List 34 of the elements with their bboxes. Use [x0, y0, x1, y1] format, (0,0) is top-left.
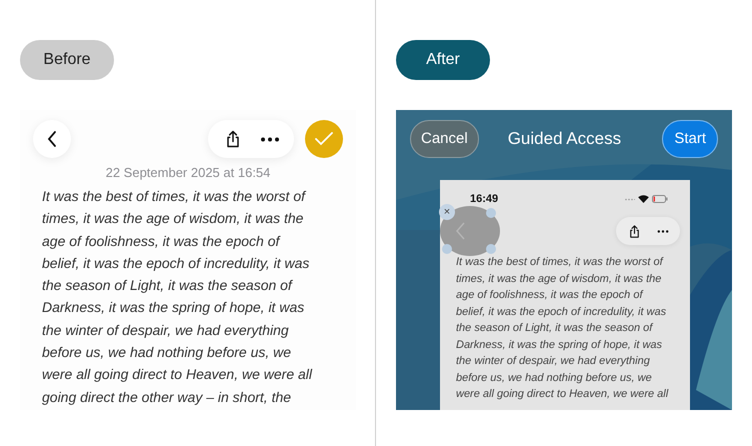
- restricted-area: [440, 205, 502, 257]
- note-text-line: age of foolishness, it was the epoch of: [456, 288, 643, 303]
- note-text-line: the season of Light, it was the season of: [456, 321, 652, 336]
- back-icon: [47, 130, 57, 148]
- battery-icon: [652, 195, 668, 203]
- note-text-line: Darkness, it was the spring of hope, it was: [42, 298, 304, 318]
- note-date: 22 September 2025 at 16:54: [106, 165, 270, 181]
- more-icon[interactable]: [656, 230, 669, 232]
- after-label: After: [396, 40, 490, 80]
- note-text-line: going direct the other way – in short, the: [42, 388, 292, 407]
- note-text-line: It was the best of times, it was the worst of: [42, 187, 305, 206]
- note-text-line: It was the best of times, it was the worst of: [456, 255, 663, 270]
- note-text-line: were all going direct to Heaven, we were all: [42, 365, 312, 384]
- note-text-line: before us, we had nothing before us, we: [42, 343, 292, 362]
- back-button[interactable]: [33, 120, 71, 158]
- note-text-line: belief, it was the epoch of incredulity, it was: [456, 304, 666, 320]
- guided-access-title: Guided Access: [508, 128, 622, 150]
- remove-area-button[interactable]: ×: [439, 204, 455, 220]
- note-text-line: before us, we had nothing before us, we: [456, 370, 652, 386]
- note-text-line: Darkness, it was the spring of hope, it was: [456, 338, 662, 352]
- more-icon[interactable]: [260, 136, 280, 142]
- wifi-icon: [638, 195, 649, 203]
- note-text-line: times, it was the age of wisdom, it was the: [456, 272, 662, 286]
- note-text-line: the season of Light, it was the season of: [42, 276, 292, 296]
- note-text-line: the winter of despair, we had everything: [456, 354, 650, 369]
- status-time: 16:49: [470, 192, 498, 206]
- signal-icon: [625, 198, 635, 200]
- note-text-line: belief, it was the epoch of incredulity, it was: [42, 254, 310, 273]
- note-text-line: times, it was the age of wisdom, it was the: [42, 209, 304, 228]
- note-text-line: were all going direct to Heaven, we were all: [456, 387, 668, 402]
- note-text-line: the winter of despair, we had everything: [42, 320, 289, 340]
- note-text-line: age of foolishness, it was the epoch of: [42, 232, 280, 251]
- before-label: Before: [20, 40, 114, 80]
- checkmark-icon: [315, 132, 333, 146]
